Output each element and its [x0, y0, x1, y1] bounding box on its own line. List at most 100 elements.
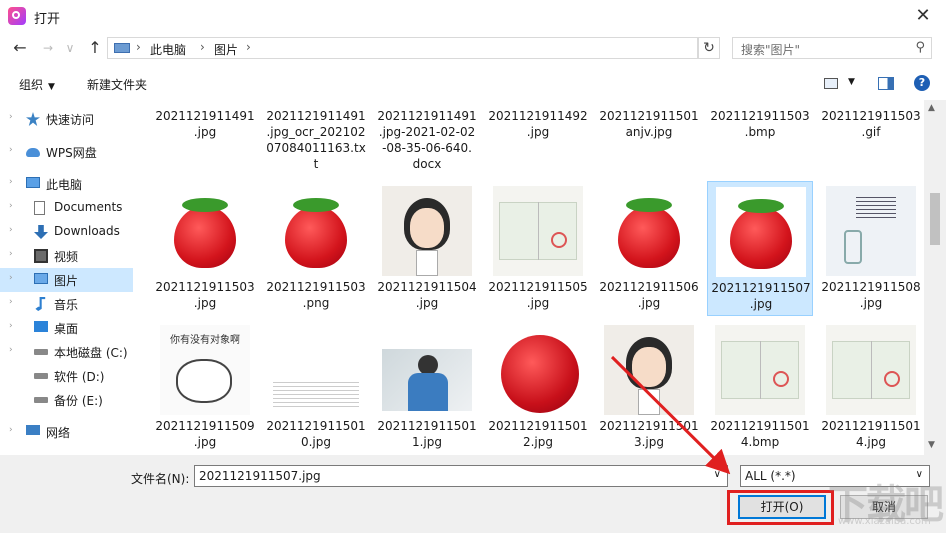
network-icon — [26, 425, 40, 435]
view-options-icon[interactable] — [824, 78, 838, 89]
nav-item[interactable]: › 快速访问 — [0, 107, 133, 131]
file-item[interactable]: 2021121911492 .jpg — [485, 100, 591, 145]
nav-item-label: 软件 (D:) — [54, 370, 105, 384]
file-item[interactable]: 2021121911491 .jpg — [152, 100, 258, 145]
file-thumbnail — [716, 187, 806, 277]
nav-item-label: 音乐 — [54, 298, 79, 312]
chevron-right-icon[interactable]: › — [9, 321, 13, 331]
preview-pane-icon[interactable] — [878, 77, 894, 90]
nav-item[interactable]: › Documents — [0, 196, 133, 220]
breadcrumb-pictures[interactable]: 图片 — [214, 41, 238, 58]
close-button[interactable]: ✕ — [900, 0, 946, 32]
chevron-right-icon[interactable]: › — [9, 177, 13, 187]
file-item[interactable]: 2021121911503 .bmp — [707, 100, 813, 145]
filename-label: 文件名(N): — [131, 472, 190, 486]
file-item[interactable]: 2021121911501 4.jpg — [818, 320, 924, 455]
file-item[interactable]: 2021121911501 3.jpg — [596, 320, 702, 455]
refresh-icon[interactable]: ↻ — [698, 37, 720, 59]
nav-item[interactable]: › 音乐 — [0, 292, 133, 316]
chevron-right-icon[interactable]: › — [9, 297, 13, 307]
organize-button[interactable]: 组织 ▼ — [19, 76, 55, 93]
download-icon — [34, 225, 48, 239]
chevron-right-icon[interactable]: › — [9, 249, 13, 259]
file-thumbnail — [826, 186, 916, 276]
file-item[interactable]: 2021121911508 .jpg — [818, 181, 924, 316]
help-icon[interactable]: ? — [914, 75, 930, 91]
nav-item[interactable]: › 图片 — [0, 268, 133, 292]
file-name: 2021121911508 .jpg — [821, 280, 921, 310]
chevron-right-icon[interactable]: › — [9, 225, 13, 235]
watermark-logo: 下载吧 www.xiazaiba.com — [828, 470, 946, 532]
file-item[interactable]: 2021121911501 anjv.jpg — [596, 100, 702, 145]
computer-icon — [26, 177, 40, 188]
title-bar: 打开 ✕ — [0, 0, 946, 33]
file-item[interactable]: 2021121911501 1.jpg — [374, 320, 480, 455]
nav-item[interactable]: › WPS网盘 — [0, 140, 133, 164]
chevron-down-icon[interactable]: ∨ — [714, 469, 721, 480]
nav-item-label: WPS网盘 — [46, 146, 97, 160]
file-thumbnail — [493, 100, 583, 105]
scroll-down-icon[interactable]: ▼ — [928, 440, 935, 450]
filename-value: 2021121911507.jpg — [199, 469, 321, 483]
file-item[interactable]: 2021121911501 4.bmp — [707, 320, 813, 455]
nav-item[interactable]: › 桌面 — [0, 316, 133, 340]
file-item[interactable]: 2021121911503 .jpg — [152, 181, 258, 316]
file-item[interactable]: 2021121911491 .jpg_ocr_202102 0708401116… — [263, 100, 369, 171]
file-item[interactable]: 2021121911501 2.jpg — [485, 320, 591, 455]
file-name: 2021121911503 .bmp — [710, 109, 810, 139]
file-name: 2021121911505 .jpg — [488, 280, 588, 310]
caret-down-icon: ▼ — [48, 82, 55, 92]
file-item[interactable]: 2021121911507 .jpg — [707, 181, 813, 316]
scroll-up-icon[interactable]: ▲ — [928, 103, 935, 113]
filename-input[interactable]: 2021121911507.jpg ∨ — [194, 465, 728, 487]
chevron-right-icon[interactable]: › — [9, 273, 13, 283]
desktop-icon — [34, 321, 48, 332]
address-bar[interactable]: › 此电脑 › 图片 › ∨ — [107, 37, 798, 59]
file-thumbnail — [493, 325, 583, 415]
new-folder-button[interactable]: 新建文件夹 — [87, 76, 147, 93]
vertical-scrollbar[interactable]: ▲ ▼ — [924, 100, 946, 455]
file-thumbnail — [826, 100, 916, 105]
chevron-right-icon[interactable]: › — [9, 112, 13, 122]
file-item[interactable]: 2021121911506 .jpg — [596, 181, 702, 316]
file-thumbnail: 你有没有对象啊 — [160, 325, 250, 415]
address-row: ← → ∨ ↑ › 此电脑 › 图片 › ∨ ↻ 搜索"图片" ⚲ — [0, 33, 946, 63]
cloud-icon — [26, 148, 40, 157]
search-input[interactable]: 搜索"图片" ⚲ — [732, 37, 932, 59]
nav-item[interactable]: › 网络 — [0, 420, 133, 444]
forward-arrow-icon[interactable]: → — [38, 38, 58, 58]
chevron-right-icon[interactable]: › — [246, 40, 251, 54]
chevron-right-icon[interactable]: › — [9, 425, 13, 435]
file-item[interactable]: 2021121911503 .gif — [818, 100, 924, 145]
up-arrow-icon[interactable]: ↑ — [85, 38, 105, 58]
file-name: 2021121911491 .jpg-2021-02-02 -08-35-06-… — [377, 109, 477, 171]
file-item[interactable]: 2021121911501 0.jpg — [263, 320, 369, 455]
file-item[interactable]: 2021121911503 .png — [263, 181, 369, 316]
nav-item[interactable]: › 此电脑 — [0, 172, 133, 196]
file-thumbnail — [382, 186, 472, 276]
scrollbar-thumb[interactable] — [930, 193, 940, 245]
file-item[interactable]: 你有没有对象啊 2021121911509 .jpg — [152, 320, 258, 455]
caret-down-icon[interactable]: ▼ — [848, 77, 855, 87]
file-name: 2021121911491 .jpg — [155, 109, 255, 139]
nav-item[interactable]: › 本地磁盘 (C:) — [0, 340, 133, 364]
chevron-right-icon[interactable]: › — [200, 40, 205, 54]
nav-item[interactable]: 备份 (E:) — [0, 388, 133, 412]
nav-item[interactable]: 软件 (D:) — [0, 364, 133, 388]
file-item[interactable]: 2021121911504 .jpg — [374, 181, 480, 316]
file-item[interactable]: 2021121911491 .jpg-2021-02-02 -08-35-06-… — [374, 100, 480, 171]
file-item[interactable]: 2021121911505 .jpg — [485, 181, 591, 316]
back-arrow-icon[interactable]: ← — [10, 38, 30, 58]
file-thumbnail — [382, 100, 472, 105]
nav-item[interactable]: › Downloads — [0, 220, 133, 244]
breadcrumb-this-pc[interactable]: 此电脑 — [150, 41, 186, 58]
chevron-right-icon[interactable]: › — [9, 145, 13, 155]
recent-dropdown-icon[interactable]: ∨ — [60, 38, 80, 58]
search-icon[interactable]: ⚲ — [915, 40, 925, 55]
file-name: 2021121911504 .jpg — [377, 280, 477, 310]
chevron-right-icon[interactable]: › — [9, 345, 13, 355]
chevron-right-icon[interactable]: › — [136, 40, 141, 54]
chevron-right-icon[interactable]: › — [9, 201, 13, 211]
file-name: 2021121911501 0.jpg — [266, 419, 366, 449]
nav-item[interactable]: › 视频 — [0, 244, 133, 268]
